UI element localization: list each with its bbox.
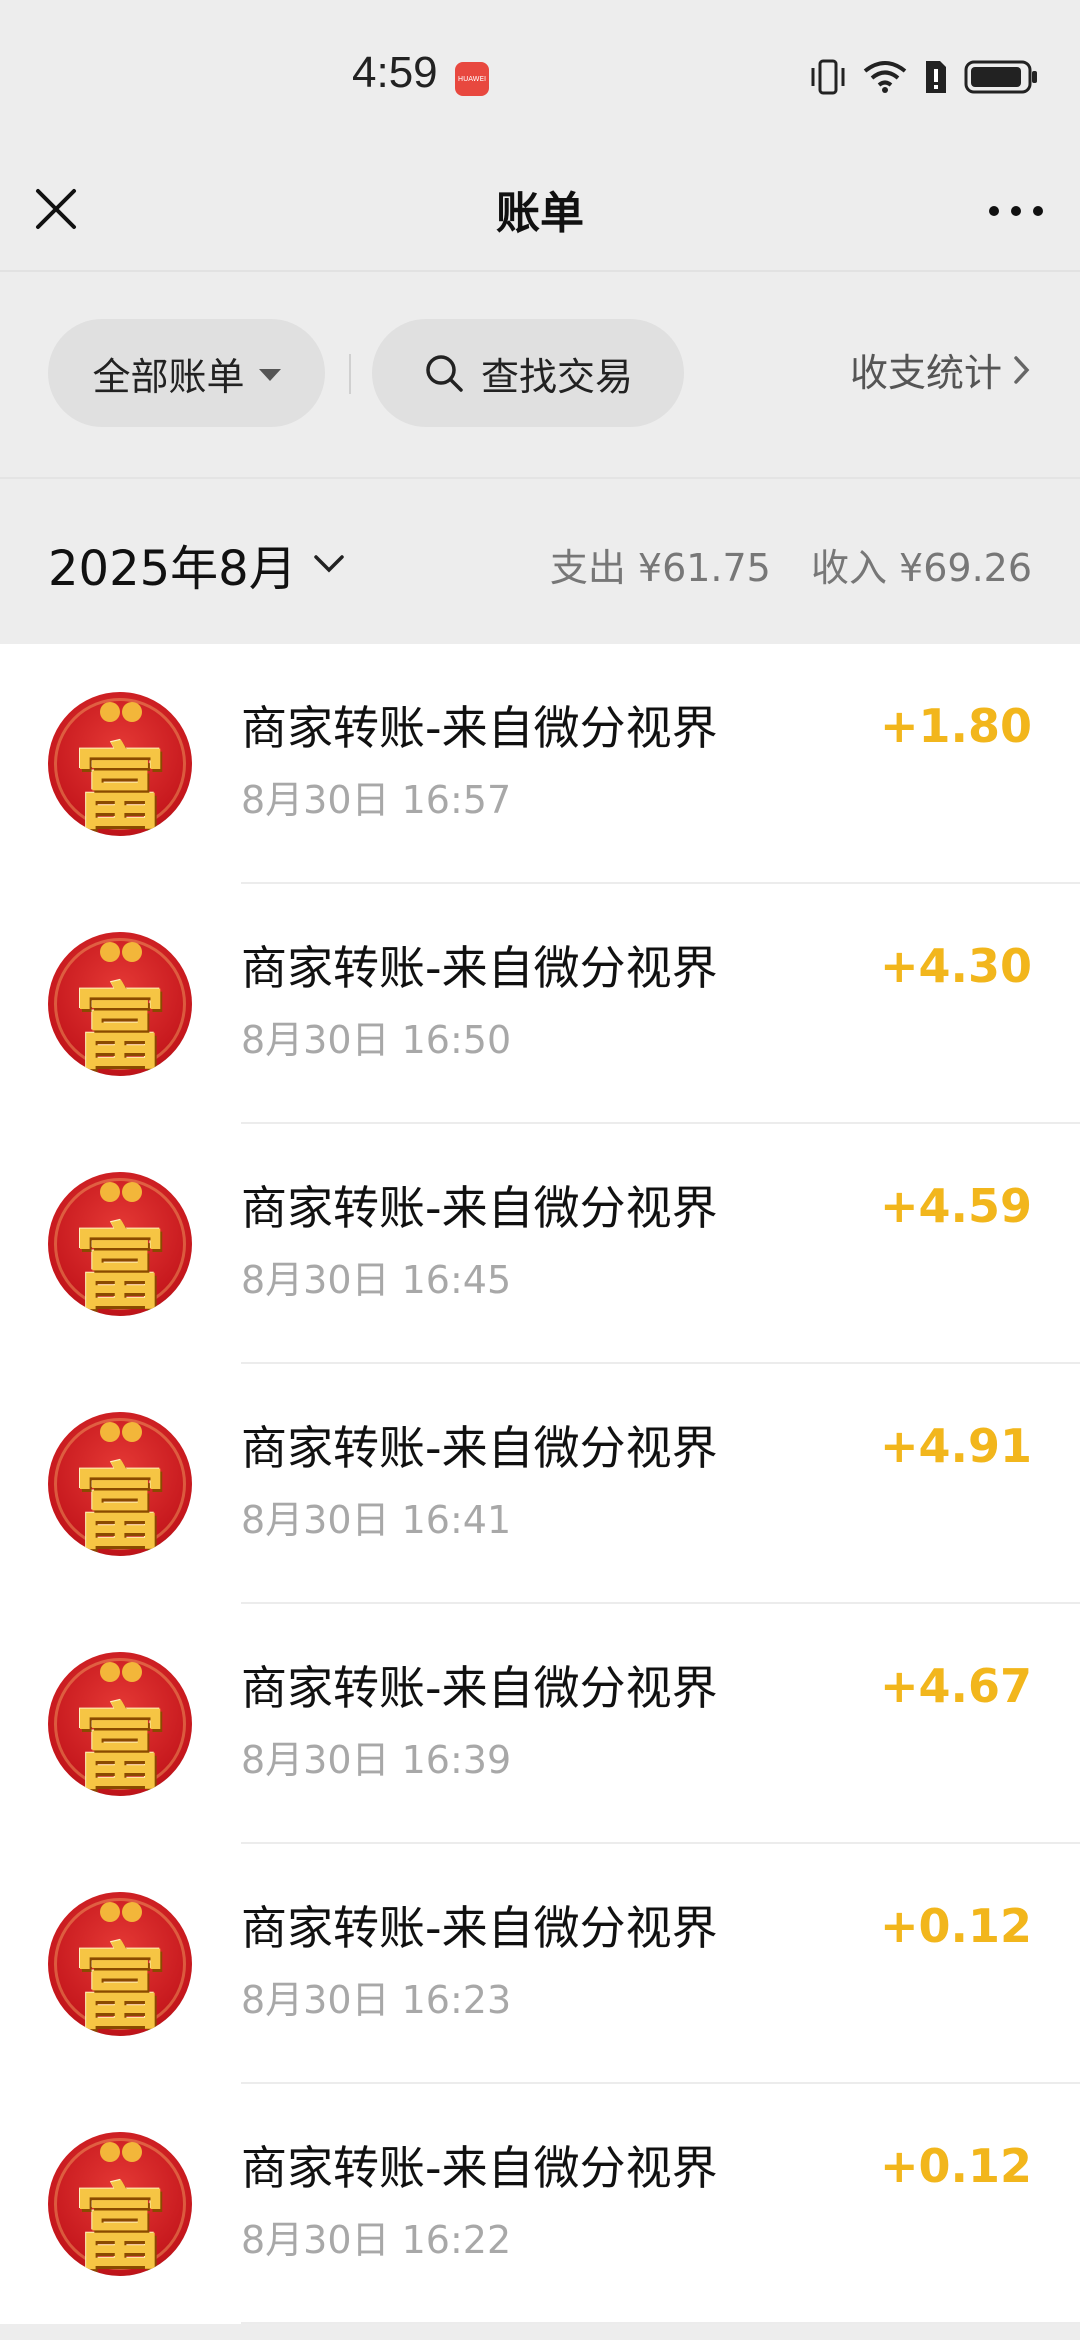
status-icons	[808, 58, 1040, 96]
transaction-amount: +4.91	[879, 1419, 1032, 1473]
transaction-list: 富 商家转账-来自微分视界 8月30日 16:57 +1.80 富 商家转账-来…	[0, 644, 1080, 2324]
transaction-time: 8月30日 16:45	[241, 1258, 512, 1302]
transaction-row[interactable]: 富 商家转账-来自微分视界 8月30日 16:41 +4.91	[0, 1364, 1080, 1604]
all-bills-dropdown[interactable]: 全部账单	[48, 319, 325, 427]
transaction-title: 商家转账-来自微分视界	[241, 1181, 718, 1235]
transaction-row[interactable]: 富 商家转账-来自微分视界 8月30日 16:39 +4.67	[0, 1604, 1080, 1844]
transaction-amount: +4.30	[879, 939, 1032, 993]
filter-bar: 全部账单 查找交易 收支统计	[0, 272, 1080, 477]
caret-down-icon	[258, 369, 281, 381]
merchant-avatar: 富	[48, 1172, 192, 1316]
transaction-time: 8月30日 16:41	[241, 1498, 512, 1542]
avatar-glyph: 富	[73, 1454, 166, 1556]
month-income: 收入 ¥69.26	[810, 546, 1032, 590]
transaction-title: 商家转账-来自微分视界	[241, 2141, 718, 2195]
transaction-time: 8月30日 16:22	[241, 2218, 512, 2262]
filter-divider	[349, 354, 351, 394]
battery-icon	[964, 60, 1037, 94]
transaction-amount: +4.59	[879, 1179, 1032, 1233]
transaction-row[interactable]: 富 商家转账-来自微分视界 8月30日 16:57 +1.80	[0, 644, 1080, 884]
row-divider	[241, 2322, 1080, 2324]
month-picker[interactable]: 2025年8月	[48, 529, 347, 599]
transaction-amount: +0.12	[879, 1899, 1032, 1953]
status-bar: 4:59 HUAWEI	[0, 0, 1080, 155]
transaction-title: 商家转账-来自微分视界	[241, 1421, 718, 1475]
nav-bar: 账单	[0, 155, 1080, 272]
search-transactions-button[interactable]: 查找交易	[372, 319, 684, 427]
avatar-glyph: 富	[73, 1934, 166, 2036]
wifi-icon	[863, 61, 907, 93]
merchant-avatar: 富	[48, 2132, 192, 2276]
avatar-glyph: 富	[73, 1694, 166, 1796]
merchant-avatar: 富	[48, 1652, 192, 1796]
merchant-avatar: 富	[48, 692, 192, 836]
all-bills-label: 全部账单	[92, 354, 245, 399]
month-summary: 支出 ¥61.75 收入 ¥69.26	[550, 537, 1032, 592]
transaction-time: 8月30日 16:57	[241, 778, 512, 822]
avatar-glyph: 富	[73, 734, 166, 836]
transaction-title: 商家转账-来自微分视界	[241, 941, 718, 995]
stats-label: 收支统计	[849, 351, 1002, 395]
chevron-down-icon	[313, 555, 344, 573]
month-label: 2025年8月	[48, 541, 297, 597]
transaction-time: 8月30日 16:39	[241, 1738, 512, 1782]
page-title: 账单	[496, 188, 584, 239]
transaction-title: 商家转账-来自微分视界	[241, 1901, 718, 1955]
chevron-right-icon	[1014, 355, 1030, 384]
transaction-title: 商家转账-来自微分视界	[241, 701, 718, 755]
transaction-row[interactable]: 富 商家转账-来自微分视界 8月30日 16:22 +0.12	[0, 2084, 1080, 2324]
sim-alert-icon	[926, 61, 946, 93]
month-expense: 支出 ¥61.75	[549, 546, 771, 590]
transaction-title: 商家转账-来自微分视界	[241, 1661, 718, 1715]
transaction-row[interactable]: 富 商家转账-来自微分视界 8月30日 16:23 +0.12	[0, 1844, 1080, 2084]
transaction-row[interactable]: 富 商家转账-来自微分视界 8月30日 16:45 +4.59	[0, 1124, 1080, 1364]
month-header: 2025年8月 支出 ¥61.75 收入 ¥69.26	[0, 477, 1080, 644]
avatar-glyph: 富	[73, 974, 166, 1076]
merchant-avatar: 富	[48, 1892, 192, 2036]
search-icon	[426, 355, 463, 392]
transaction-time: 8月30日 16:50	[241, 1018, 512, 1062]
avatar-glyph: 富	[73, 1214, 166, 1316]
search-label: 查找交易	[480, 354, 633, 399]
stats-link[interactable]: 收支统计	[850, 342, 1032, 397]
huawei-app-icon: HUAWEI	[455, 62, 489, 96]
merchant-avatar: 富	[48, 932, 192, 1076]
avatar-glyph: 富	[73, 2174, 166, 2276]
transaction-row[interactable]: 富 商家转账-来自微分视界 8月30日 16:50 +4.30	[0, 884, 1080, 1124]
transaction-amount: +0.12	[879, 2139, 1032, 2193]
transaction-amount: +4.67	[879, 1659, 1032, 1713]
transaction-amount: +1.80	[879, 699, 1032, 753]
merchant-avatar: 富	[48, 1412, 192, 1556]
vibrate-icon	[811, 59, 845, 95]
transaction-time: 8月30日 16:23	[241, 1978, 512, 2022]
status-time: 4:59	[352, 48, 438, 97]
more-options-icon[interactable]	[986, 185, 1046, 237]
